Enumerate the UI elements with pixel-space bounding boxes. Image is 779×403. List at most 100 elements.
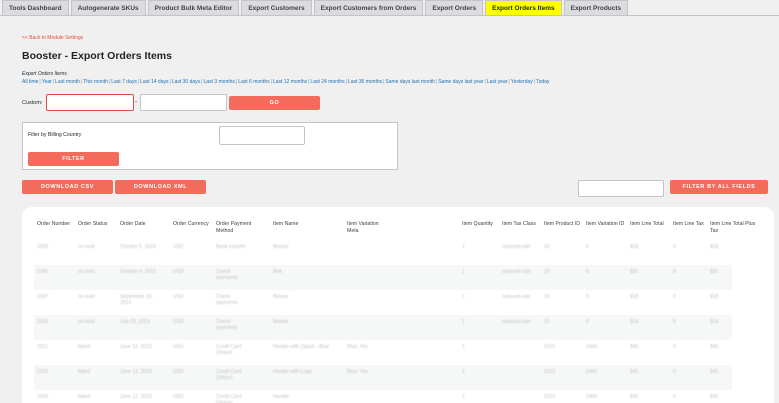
column-header[interactable]: Item Line Total Plus Tax	[710, 221, 758, 235]
table-cell: 2398	[37, 244, 49, 250]
table-cell: 2309	[37, 394, 49, 400]
back-to-settings-link[interactable]: << Back to Module Settings	[22, 35, 83, 41]
table-cell: 0	[586, 294, 589, 300]
table-cell: 2466	[586, 344, 598, 350]
range-link-last-3-months[interactable]: Last 3 months	[203, 79, 234, 85]
column-header[interactable]: Item Product ID	[544, 221, 584, 228]
table-cell: Credit Card (Stripe)	[216, 394, 242, 403]
custom-range-label: Custom:	[22, 100, 43, 106]
table-cell: Belt	[273, 269, 282, 275]
table-cell: 0	[673, 394, 676, 400]
download-xml-button[interactable]: DOWNLOAD XML	[115, 180, 206, 194]
table-cell: Beanie	[273, 244, 289, 250]
billing-country-label: Filter by Billing Country	[28, 132, 82, 138]
range-link-last-7-days[interactable]: Last 7 days	[111, 79, 137, 85]
tab-export-orders-items[interactable]: Export Orders Items	[485, 0, 562, 15]
table-row: 2309 failed June 13, 2023 USD Credit Card (S…	[34, 390, 732, 403]
tab-export-customers-from-orders[interactable]: Export Customers from Orders	[313, 0, 424, 15]
column-header[interactable]: Item Line Tax	[673, 221, 713, 228]
table-cell: $18	[710, 294, 719, 300]
tab-autogenerate-skus[interactable]: Autogenerate SKUs	[70, 0, 146, 15]
go-button[interactable]: GO	[229, 96, 320, 110]
custom-start-date-input[interactable]	[46, 94, 134, 111]
table-cell: Credit Card (Stripe)	[216, 344, 242, 356]
table-cell: 0	[673, 344, 676, 350]
billing-country-filter-box: Filter by Billing Country FILTER	[22, 122, 398, 170]
table-cell: $18	[710, 319, 719, 325]
page-title: Booster - Export Orders Items	[22, 50, 172, 62]
table-cell: 15	[544, 319, 550, 325]
table-cell: reduced-rate	[502, 319, 531, 325]
table-cell: $18	[630, 294, 639, 300]
tab-export-products[interactable]: Export Products	[563, 0, 629, 15]
table-cell: Blue, Yes	[347, 344, 368, 350]
column-header[interactable]: Item Quantity	[462, 221, 502, 228]
table-cell: USD	[173, 344, 184, 350]
table-row: 2398 on-hold October 5, 2023 USD Bank transf…	[34, 240, 732, 265]
table-cell: $18	[630, 319, 639, 325]
table-cell: 1	[462, 269, 465, 275]
column-header[interactable]: Order Number	[37, 221, 77, 228]
custom-end-date-input[interactable]	[140, 94, 227, 111]
table-cell: 2396	[37, 269, 49, 275]
filter-all-fields-input[interactable]	[578, 180, 664, 197]
table-cell: 1515	[544, 344, 556, 350]
range-link-same-days-last-year[interactable]: Same days last year	[438, 79, 483, 85]
filter-by-all-fields-button[interactable]: FILTER BY ALL FIELDS	[670, 180, 768, 194]
tab-tools-dashboard[interactable]: Tools Dashboard	[2, 0, 69, 15]
table-cell: September 26, 2023	[120, 294, 153, 306]
table-cell: on-hold	[78, 269, 95, 275]
table-cell: Check payments	[216, 319, 238, 331]
range-link-last-year[interactable]: Last year	[487, 79, 508, 85]
table-cell: failed	[78, 344, 90, 350]
table-cell: 2311	[37, 344, 48, 350]
range-link-last-6-months[interactable]: Last 6 months	[238, 79, 269, 85]
column-header[interactable]: Item Variation ID	[586, 221, 626, 228]
table-cell: October 5, 2023	[120, 244, 156, 250]
download-csv-button[interactable]: DOWNLOAD CSV	[22, 180, 113, 194]
table-cell: on-hold	[78, 294, 95, 300]
billing-country-input[interactable]	[219, 126, 305, 145]
table-row: 2354 on-hold July 28, 2023 USD Check payment…	[34, 315, 732, 340]
table-cell: $45	[630, 394, 639, 400]
table-cell: on-hold	[78, 319, 95, 325]
tab-export-orders[interactable]: Export Orders	[425, 0, 484, 15]
table-cell: USD	[173, 394, 184, 400]
range-link-year[interactable]: Year	[42, 79, 52, 85]
table-cell: failed	[78, 369, 90, 375]
column-header[interactable]: Item Line Total	[630, 221, 670, 228]
filter-button[interactable]: FILTER	[28, 152, 119, 166]
range-link-same-days-last-month[interactable]: Same days last month	[385, 79, 434, 85]
table-cell: USD	[173, 294, 184, 300]
range-link-all-time[interactable]: All time	[22, 79, 38, 85]
table-cell: Beanie	[273, 319, 289, 325]
range-link-last-24-months[interactable]: Last 24 months	[310, 79, 344, 85]
tab-export-customers[interactable]: Export Customers	[241, 0, 312, 15]
range-link-this-month[interactable]: This month	[83, 79, 108, 85]
table-cell: 1	[462, 294, 465, 300]
column-header[interactable]: Order Payment Method	[216, 221, 256, 235]
range-link-yesterday[interactable]: Yesterday	[511, 79, 533, 85]
column-header[interactable]: Item Variation Meta	[347, 221, 387, 235]
range-link-last-30-days[interactable]: Last 30 days	[172, 79, 200, 85]
range-link-last-12-months[interactable]: Last 12 months	[273, 79, 307, 85]
tab-product-bulk-meta-editor[interactable]: Product Bulk Meta Editor	[147, 0, 240, 15]
range-link-last-36-months[interactable]: Last 36 months	[348, 79, 382, 85]
table-cell: Bank transfer	[216, 244, 246, 250]
column-header[interactable]: Item Tax Class	[502, 221, 542, 228]
range-link-last-14-days[interactable]: Last 14 days	[140, 79, 168, 85]
column-header[interactable]: Order Date	[120, 221, 160, 228]
range-link-last-month[interactable]: Last month	[55, 79, 80, 85]
table-cell: 15	[544, 244, 550, 250]
table-cell: 0	[586, 269, 589, 275]
column-header[interactable]: Item Name	[273, 221, 313, 228]
table-cell: 0	[586, 319, 589, 325]
table-cell: 0	[673, 294, 676, 300]
column-header[interactable]: Order Status	[78, 221, 118, 228]
table-cell: failed	[78, 394, 90, 400]
module-tabs: Tools Dashboard Autogenerate SKUs Product …	[0, 0, 629, 15]
column-header[interactable]: Order Currency	[173, 221, 213, 228]
table-cell: 1	[462, 319, 465, 325]
range-link-today[interactable]: Today	[536, 79, 549, 85]
table-cell: 1	[462, 369, 465, 375]
